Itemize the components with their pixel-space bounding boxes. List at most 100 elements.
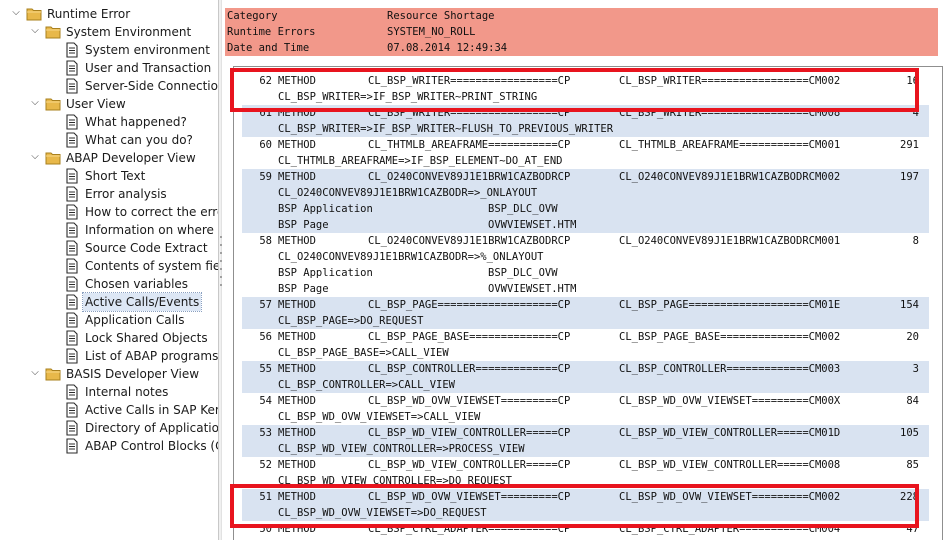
call-row[interactable]: 52 METHOD CL_BSP_WD_VIEW_CONTROLLER=====CP… — [242, 457, 929, 473]
call-row[interactable]: 57 METHOD CL_BSP_PAGE===================CP… — [242, 297, 929, 313]
document-icon — [64, 132, 80, 148]
tree-item[interactable]: ABAP Control Blocks (CONT) — [0, 437, 218, 455]
tree-label: Runtime Error — [47, 7, 131, 21]
tree-label: User and Transaction — [85, 61, 212, 75]
call-detail-value: BSP_DLC_OVW — [488, 203, 558, 215]
call-program: CL_THTMLB_AREAFRAME===========CP — [368, 139, 571, 151]
tree-label: Information on where terminated — [85, 223, 218, 237]
tree-item[interactable]: Source Code Extract — [0, 239, 218, 257]
document-icon — [64, 330, 80, 346]
chevron-down-icon[interactable]: ⌵ — [29, 367, 41, 379]
document-icon — [64, 348, 80, 364]
tree-label: Chosen variables — [85, 277, 189, 291]
call-row[interactable]: 54 METHOD CL_BSP_WD_OVW_VIEWSET=========CP… — [242, 393, 929, 409]
call-number: 53 — [259, 427, 272, 439]
call-detail-text: BSP Application — [278, 267, 373, 279]
tree-item[interactable]: Chosen variables — [0, 275, 218, 293]
tree-item[interactable]: What happened? — [0, 113, 218, 131]
call-number: 52 — [259, 459, 272, 471]
tree-item[interactable]: Active Calls/Events — [0, 292, 218, 312]
call-program: CL_O240CONVEV89J1E1BRW1CAZBODRCP — [368, 235, 571, 247]
chevron-down-icon[interactable]: ⌵ — [10, 7, 22, 19]
call-detail-text: CL_BSP_CONTROLLER=>CALL_VIEW — [278, 379, 456, 391]
tree-item[interactable]: Contents of system fields — [0, 257, 218, 275]
chevron-down-icon[interactable]: ⌵ — [29, 25, 41, 37]
call-number: 58 — [259, 235, 272, 247]
call-program: CL_BSP_PAGE===================CP — [368, 299, 571, 311]
tree-folder[interactable]: ⌵ BASIS Developer View — [0, 365, 218, 383]
tree-label: Application Calls — [85, 313, 185, 327]
call-detail-text: CL_BSP_PAGE_BASE=>CALL_VIEW — [278, 347, 449, 359]
call-program: CL_BSP_CONTROLLER=============CP — [368, 363, 571, 375]
tree-item[interactable]: Internal notes — [0, 383, 218, 401]
call-number: 54 — [259, 395, 272, 407]
tree-item[interactable]: Error analysis — [0, 185, 218, 203]
tree-item[interactable]: User and Transaction — [0, 59, 218, 77]
tree-item[interactable]: Information on where terminated — [0, 221, 218, 239]
tree-label: ABAP Control Blocks (CONT) — [85, 439, 218, 453]
tree-item[interactable]: Lock Shared Objects — [0, 329, 218, 347]
call-row[interactable]: 56 METHOD CL_BSP_PAGE_BASE==============CP… — [242, 329, 929, 345]
tree-label: What can you do? — [85, 133, 193, 147]
tree-item[interactable]: What can you do? — [0, 131, 218, 149]
call-detail-row: CL_BSP_CONTROLLER=>CALL_VIEW — [242, 377, 929, 393]
call-row[interactable]: 55 METHOD CL_BSP_CONTROLLER=============CP… — [242, 361, 929, 377]
tree-folder[interactable]: ⌵ Runtime Error — [0, 5, 218, 23]
call-detail-row: CL_O240CONVEV89J1E1BRW1CAZBODR=>_ONLAYOU… — [242, 185, 929, 201]
tree-item[interactable]: How to correct the error — [0, 203, 218, 221]
call-row[interactable]: 60 METHOD CL_THTMLB_AREAFRAME===========CP… — [242, 137, 929, 153]
call-line: 85 — [906, 459, 919, 471]
call-include: CL_BSP_WD_VIEW_CONTROLLER=====CM01D — [619, 427, 841, 439]
tree-folder[interactable]: ⌵ System Environment — [0, 23, 218, 41]
tree-label: List of ABAP programs affected — [85, 349, 218, 363]
call-program: CL_BSP_WD_VIEW_CONTROLLER=====CP — [368, 459, 571, 471]
document-icon — [64, 204, 80, 220]
tree-item[interactable]: Active Calls in SAP Kernel — [0, 401, 218, 419]
folder-icon — [45, 24, 61, 40]
call-detail-row: BSP Application BSP_DLC_OVW — [242, 265, 929, 281]
tree-item[interactable]: Server-Side Connection — [0, 77, 218, 95]
call-include: CL_BSP_WD_OVW_VIEWSET=========CM00X — [619, 395, 841, 407]
call-detail-text: BSP Application — [278, 203, 373, 215]
document-icon — [64, 258, 80, 274]
call-row[interactable]: 53 METHOD CL_BSP_WD_VIEW_CONTROLLER=====CP… — [242, 425, 929, 441]
header-value: SYSTEM_NO_ROLL — [387, 26, 476, 38]
call-detail-value: OVWVIEWSET.HTM — [488, 219, 577, 231]
document-icon — [64, 114, 80, 130]
tree-folder[interactable]: ⌵ ABAP Developer View — [0, 149, 218, 167]
tree-item[interactable]: Short Text — [0, 167, 218, 185]
document-icon — [64, 438, 80, 454]
chevron-down-icon[interactable]: ⌵ — [29, 151, 41, 163]
tree-label: Lock Shared Objects — [85, 331, 208, 345]
call-program: CL_BSP_PAGE_BASE==============CP — [368, 331, 571, 343]
call-kind: METHOD — [278, 331, 316, 343]
call-row[interactable]: 58 METHOD CL_O240CONVEV89J1E1BRW1CAZBODRCP… — [242, 233, 929, 249]
tree-item[interactable]: List of ABAP programs affected — [0, 347, 218, 365]
header-value: Resource Shortage — [387, 10, 495, 22]
tree-label: System environment — [85, 43, 210, 57]
chevron-down-icon[interactable]: ⌵ — [29, 97, 41, 109]
folder-icon — [45, 366, 61, 382]
call-kind: METHOD — [278, 299, 316, 311]
call-detail-text: CL_BSP_WRITER=>IF_BSP_WRITER~FLUSH_TO_PR… — [278, 123, 614, 135]
call-detail-row: BSP Page OVWVIEWSET.HTM — [242, 217, 929, 233]
call-detail-row: CL_O240CONVEV89J1E1BRW1CAZBODR=>%_ONLAYO… — [242, 249, 929, 265]
tree-item[interactable]: System environment — [0, 41, 218, 59]
call-line: 154 — [900, 299, 919, 311]
call-kind: METHOD — [278, 427, 316, 439]
call-detail-value: BSP_DLC_OVW — [488, 267, 558, 279]
tree-folder[interactable]: ⌵ User View — [0, 95, 218, 113]
tree-label: Short Text — [85, 169, 146, 183]
tree-item[interactable]: Application Calls — [0, 311, 218, 329]
document-icon — [64, 168, 80, 184]
highlight-box — [230, 484, 919, 528]
call-kind: METHOD — [278, 171, 316, 183]
call-row[interactable]: 59 METHOD CL_O240CONVEV89J1E1BRW1CAZBODRCP… — [242, 169, 929, 185]
call-number: 60 — [259, 139, 272, 151]
tree-item[interactable]: Directory of Application Tables — [0, 419, 218, 437]
call-kind: METHOD — [278, 363, 316, 375]
header-row: Category Resource Shortage — [225, 8, 938, 24]
call-detail-row: CL_BSP_PAGE=>DO_REQUEST — [242, 313, 929, 329]
tree-label: Source Code Extract — [85, 241, 208, 255]
folder-icon — [26, 6, 42, 22]
